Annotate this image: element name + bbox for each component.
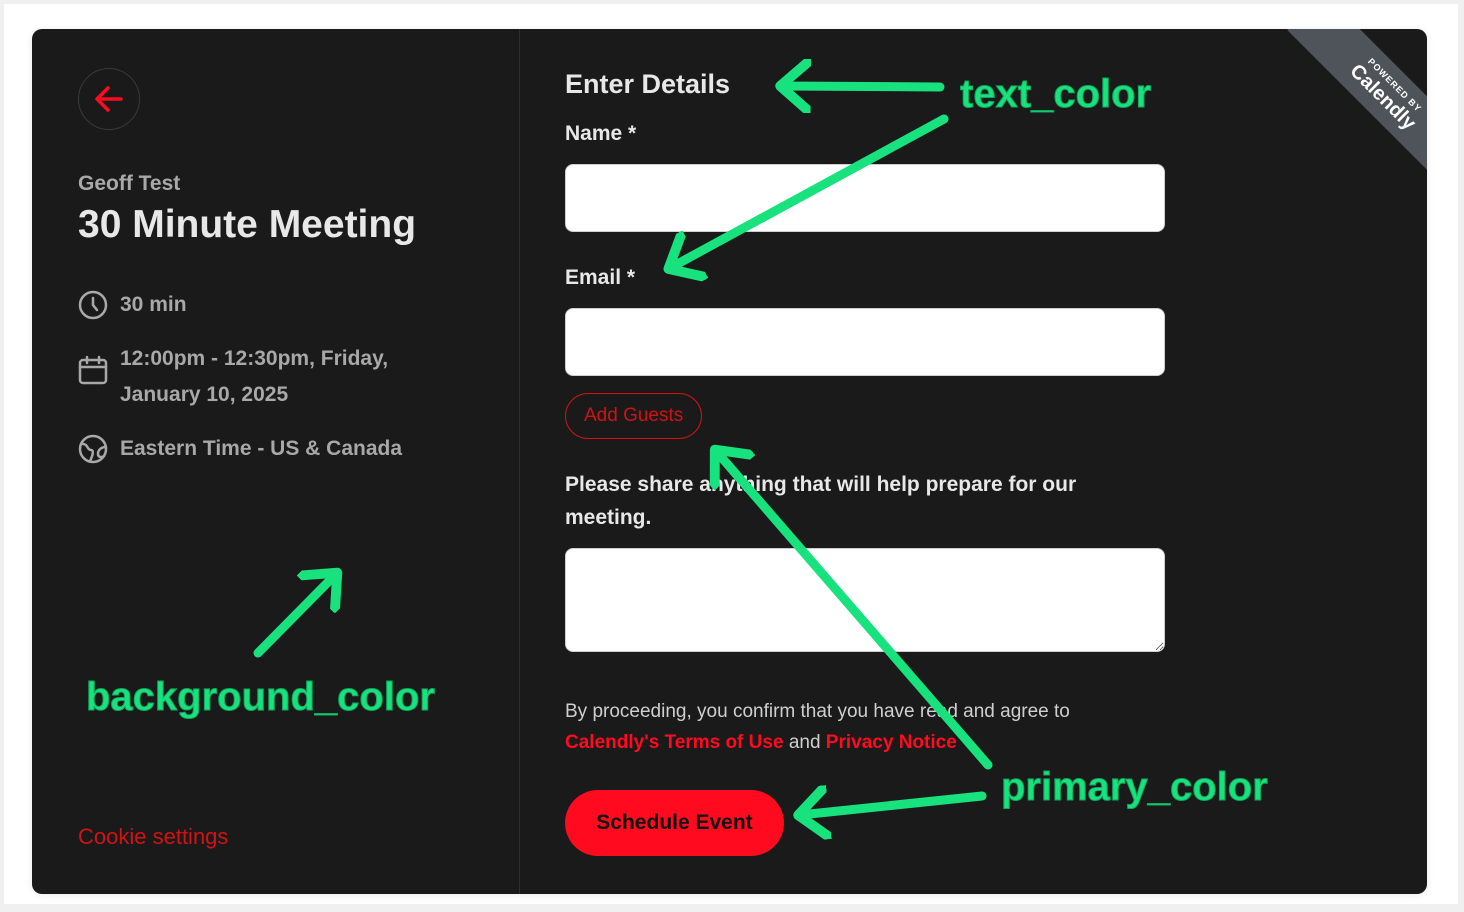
legal-notice: By proceeding, you confirm that you have… [565, 696, 1165, 758]
notes-textarea[interactable] [565, 548, 1165, 652]
schedule-event-button[interactable]: Schedule Event [565, 790, 784, 856]
datetime-line-2: January 10, 2025 [120, 383, 289, 406]
globe-icon [78, 434, 108, 464]
datetime-line-1: 12:00pm - 12:30pm, Friday, [120, 347, 389, 370]
name-label: Name * [565, 122, 637, 145]
event-details-panel: Geoff Test 30 Minute Meeting 30 min 12:0… [32, 29, 520, 894]
calendar-icon [78, 355, 108, 385]
powered-by-badge: POWERED BY Calendly [1267, 29, 1427, 189]
email-input[interactable] [565, 308, 1165, 376]
legal-prefix: By proceeding, you confirm that you have… [565, 701, 1070, 722]
annotation-primary-color: primary_color [1001, 765, 1269, 810]
event-datetime: 12:00pm - 12:30pm, Friday, January 10, 2… [78, 341, 388, 413]
event-title: 30 Minute Meeting [78, 203, 417, 246]
timezone-text: Eastern Time - US & Canada [120, 437, 403, 460]
legal-and: and [788, 732, 821, 753]
event-timezone: Eastern Time - US & Canada [78, 431, 402, 467]
cookie-settings-link[interactable]: Cookie settings [78, 824, 228, 850]
powered-by-ribbon[interactable]: POWERED BY Calendly [1287, 29, 1427, 189]
form-title: Enter Details [565, 69, 731, 99]
name-input[interactable] [565, 164, 1165, 232]
datetime-text: 12:00pm - 12:30pm, Friday, January 10, 2… [120, 341, 388, 413]
terms-of-use-link[interactable]: Calendly's Terms of Use [565, 732, 784, 753]
event-duration: 30 min [78, 287, 187, 323]
email-label: Email * [565, 266, 636, 289]
clock-icon [78, 290, 108, 320]
annotation-background-color: background_color [86, 675, 436, 720]
privacy-notice-link[interactable]: Privacy Notice [826, 732, 957, 753]
add-guests-button[interactable]: Add Guests [565, 393, 703, 439]
annotation-text-color: text_color [959, 72, 1152, 117]
notes-prompt: Please share anything that will help pre… [565, 473, 1077, 529]
arrow-left-icon [95, 86, 123, 112]
organizer-name: Geoff Test [78, 172, 181, 195]
duration-text: 30 min [120, 293, 187, 316]
back-button[interactable] [78, 68, 140, 130]
